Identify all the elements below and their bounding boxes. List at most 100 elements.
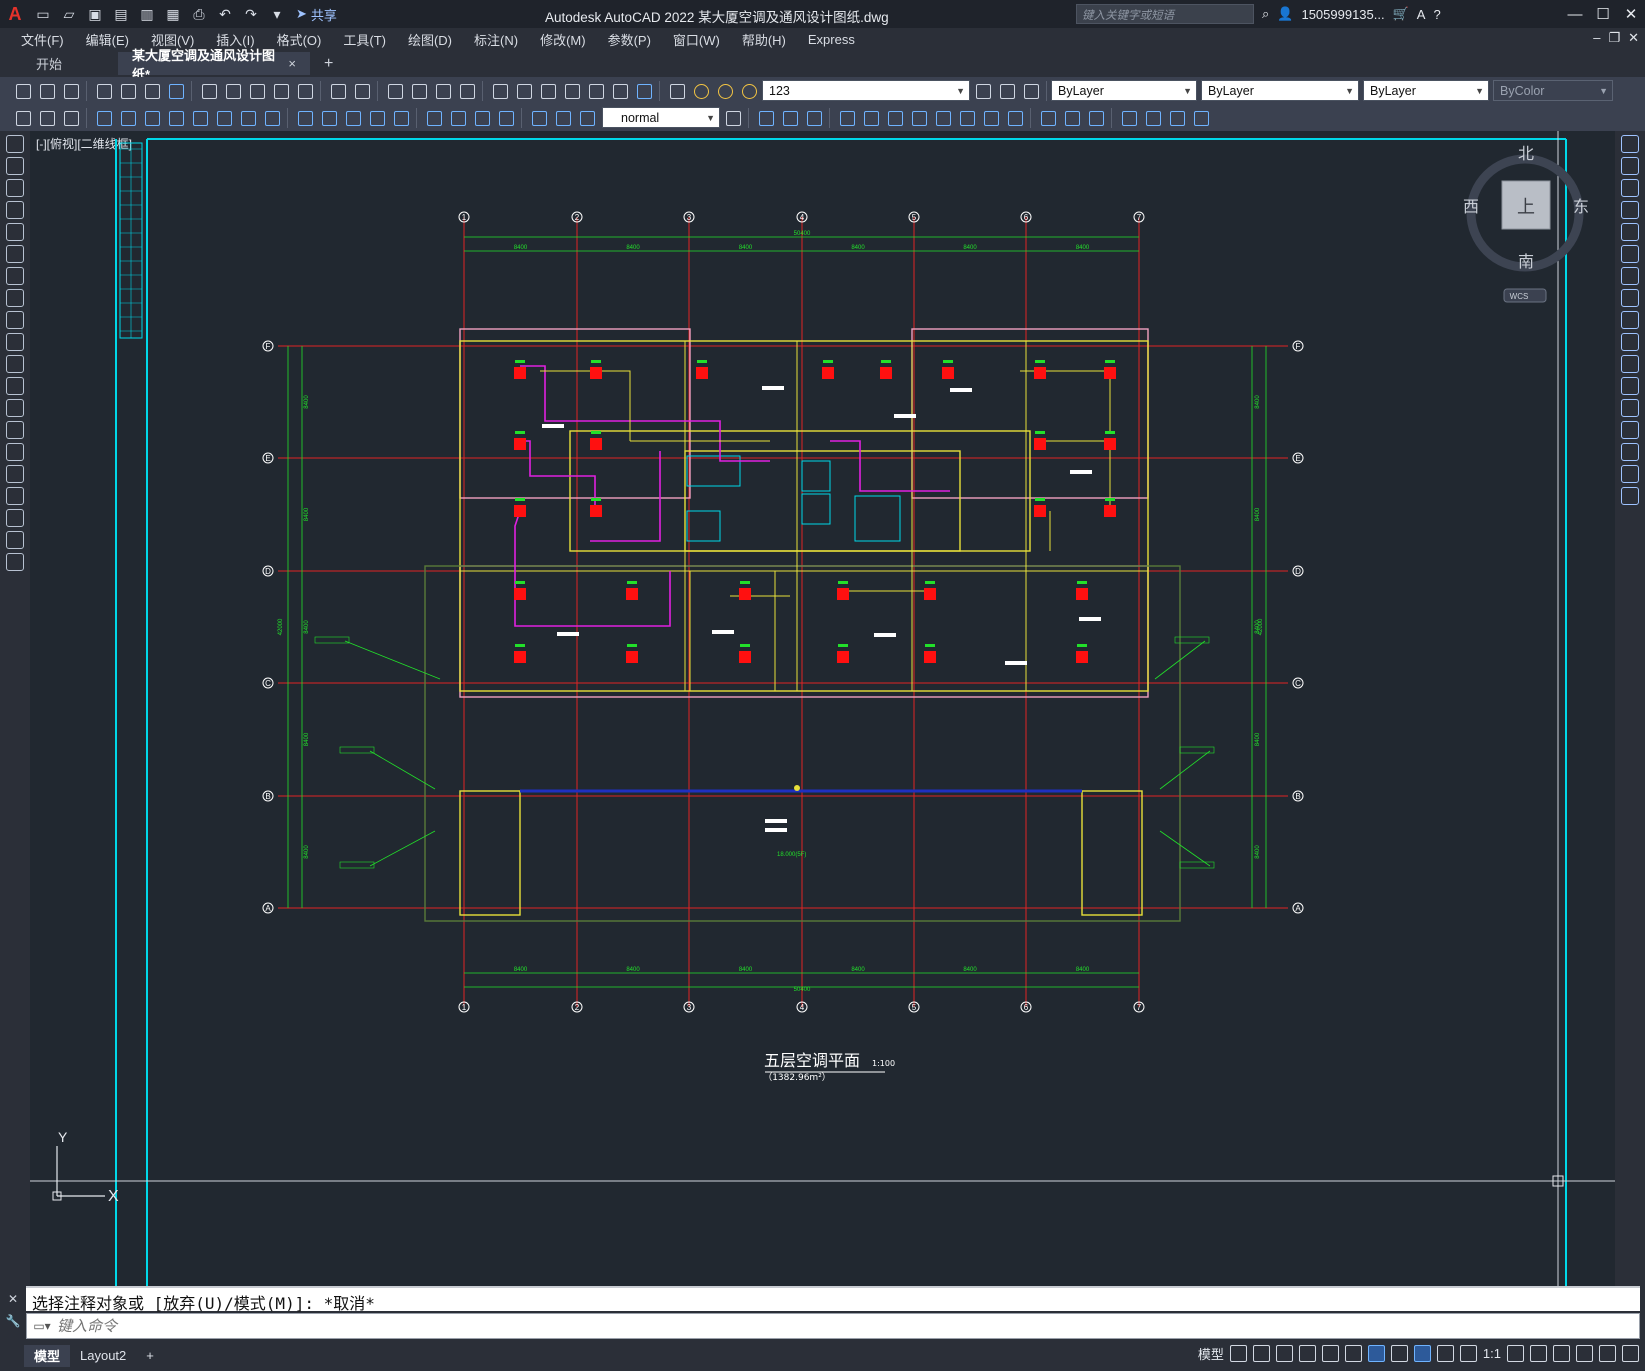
design-center-icon[interactable]: [514, 81, 533, 100]
hatch-back-icon[interactable]: [61, 108, 80, 127]
join-icon[interactable]: [1062, 108, 1081, 127]
offset-icon[interactable]: [837, 108, 856, 127]
object-snap-tracking-icon[interactable]: [1344, 1345, 1362, 1362]
qnew-icon[interactable]: [13, 81, 32, 100]
aligned-dim-icon[interactable]: [118, 108, 137, 127]
undo-toolbar-icon[interactable]: [328, 81, 347, 100]
move-icon[interactable]: [885, 108, 904, 127]
lineweight-dropdown[interactable]: ByLayer ▼: [1363, 80, 1489, 101]
mirror-side-icon[interactable]: [1621, 179, 1639, 197]
copy-icon[interactable]: [223, 81, 242, 100]
annotation-scale-icon[interactable]: [1459, 1345, 1477, 1362]
annotation-visibility-icon[interactable]: [1413, 1345, 1431, 1362]
grid-icon[interactable]: [1229, 1345, 1247, 1362]
offset-side-icon[interactable]: [1621, 201, 1639, 219]
pan-icon[interactable]: [385, 81, 404, 100]
add-selected-icon[interactable]: [6, 553, 24, 571]
stretch-icon[interactable]: [957, 108, 976, 127]
undo-icon[interactable]: ↶: [214, 3, 236, 25]
layer-state-icon[interactable]: [1021, 81, 1040, 100]
move-side-icon[interactable]: [1621, 245, 1639, 263]
make-block-icon[interactable]: [6, 399, 24, 417]
mtext-icon[interactable]: [6, 531, 24, 549]
menu-modify[interactable]: 修改(M): [529, 30, 597, 49]
save-icon[interactable]: ▣: [84, 3, 106, 25]
plot-toolbar-icon[interactable]: [94, 81, 113, 100]
scale-icon[interactable]: [933, 108, 952, 127]
menu-express[interactable]: Express: [797, 32, 866, 47]
polyline-icon[interactable]: [6, 179, 24, 197]
copy-object-icon[interactable]: [780, 108, 799, 127]
linear-dim-icon[interactable]: [94, 108, 113, 127]
tab-start[interactable]: 开始: [0, 52, 118, 75]
ellipse-arc-icon[interactable]: [6, 355, 24, 373]
new-tab-button[interactable]: +: [310, 52, 340, 75]
layer-properties-icon[interactable]: [667, 81, 686, 100]
scale-side-icon[interactable]: [1621, 289, 1639, 307]
draw-order-icon[interactable]: [13, 108, 32, 127]
region-icon[interactable]: [6, 487, 24, 505]
circle-icon[interactable]: [6, 267, 24, 285]
trim-icon[interactable]: [981, 108, 1000, 127]
jogged-linear-icon[interactable]: [496, 108, 515, 127]
break-point-icon[interactable]: [1621, 377, 1639, 395]
redo-toolbar-icon[interactable]: [352, 81, 371, 100]
copy-side-icon[interactable]: [1621, 157, 1639, 175]
diameter-dim-icon[interactable]: [238, 108, 257, 127]
viewcube-west-label[interactable]: 西: [1463, 197, 1479, 216]
quickcalc-icon[interactable]: [610, 81, 629, 100]
isodraft-icon[interactable]: [1321, 1345, 1339, 1362]
viewcube-south-label[interactable]: 南: [1518, 252, 1534, 271]
minimize-icon[interactable]: —: [1561, 0, 1589, 28]
rotate-icon[interactable]: [909, 108, 928, 127]
viewcube-north-label[interactable]: 北: [1518, 144, 1534, 163]
doc-close-icon[interactable]: ✕: [1628, 30, 1639, 46]
save-as-icon[interactable]: ▤: [110, 3, 132, 25]
line-icon[interactable]: [6, 135, 24, 153]
doc-restore-icon[interactable]: ❐: [1608, 30, 1620, 46]
cut-icon[interactable]: [199, 81, 218, 100]
blend-side-icon[interactable]: [1621, 487, 1639, 505]
menu-file[interactable]: 文件(F): [10, 30, 75, 49]
object-snap-icon[interactable]: [1367, 1345, 1385, 1362]
dim-break-icon[interactable]: [391, 108, 410, 127]
menu-window[interactable]: 窗口(W): [662, 30, 731, 49]
jogged-dim-icon[interactable]: [214, 108, 233, 127]
user-name[interactable]: 1505999135...: [1301, 7, 1384, 22]
erase-icon[interactable]: [756, 108, 775, 127]
tab-drawing[interactable]: 某大厦空调及通风设计图纸* ×: [118, 48, 310, 82]
make-current-layer-icon[interactable]: [973, 81, 992, 100]
baseline-dim-icon[interactable]: [319, 108, 338, 127]
trim-side-icon[interactable]: [1621, 333, 1639, 351]
linetype-dropdown[interactable]: ByLayer ▼: [1201, 80, 1359, 101]
menu-parametric[interactable]: 参数(P): [597, 30, 662, 49]
array-icon[interactable]: [861, 108, 880, 127]
autodesk-app-icon[interactable]: A: [1417, 7, 1426, 22]
boundary-icon[interactable]: [1191, 108, 1210, 127]
save-toolbar-icon[interactable]: [61, 81, 80, 100]
join-side-icon[interactable]: [1621, 421, 1639, 439]
extend-side-icon[interactable]: [1621, 355, 1639, 373]
command-prompt-icon[interactable]: ▭▾: [27, 1319, 57, 1333]
help-toolbar-icon[interactable]: [634, 81, 653, 100]
user-icon[interactable]: 👤: [1277, 6, 1293, 22]
command-input-bar[interactable]: ▭▾: [26, 1313, 1640, 1339]
dim-style-icon[interactable]: [723, 108, 742, 127]
mirror-icon[interactable]: [804, 108, 823, 127]
color-dropdown[interactable]: ByLayer ▼: [1051, 80, 1197, 101]
tab-model[interactable]: 模型: [24, 1344, 71, 1367]
tab-layout2[interactable]: Layout2: [70, 1345, 136, 1367]
gradient-icon[interactable]: [6, 465, 24, 483]
blend-icon[interactable]: [1143, 108, 1162, 127]
search-icon[interactable]: ⌕: [1262, 6, 1269, 22]
zoom-window-icon[interactable]: [433, 81, 452, 100]
center-mark-icon[interactable]: [448, 108, 467, 127]
command-input[interactable]: [57, 1317, 857, 1335]
plotstyle-dropdown[interactable]: ByColor ▼: [1493, 80, 1613, 101]
explode-icon[interactable]: [1167, 108, 1186, 127]
layer-lock-icon[interactable]: [739, 81, 758, 100]
quick-properties-icon[interactable]: [1576, 1345, 1593, 1362]
tool-palettes-icon[interactable]: [538, 81, 557, 100]
add-layout-button[interactable]: +: [136, 1345, 164, 1367]
help-icon[interactable]: ?: [1433, 7, 1440, 22]
